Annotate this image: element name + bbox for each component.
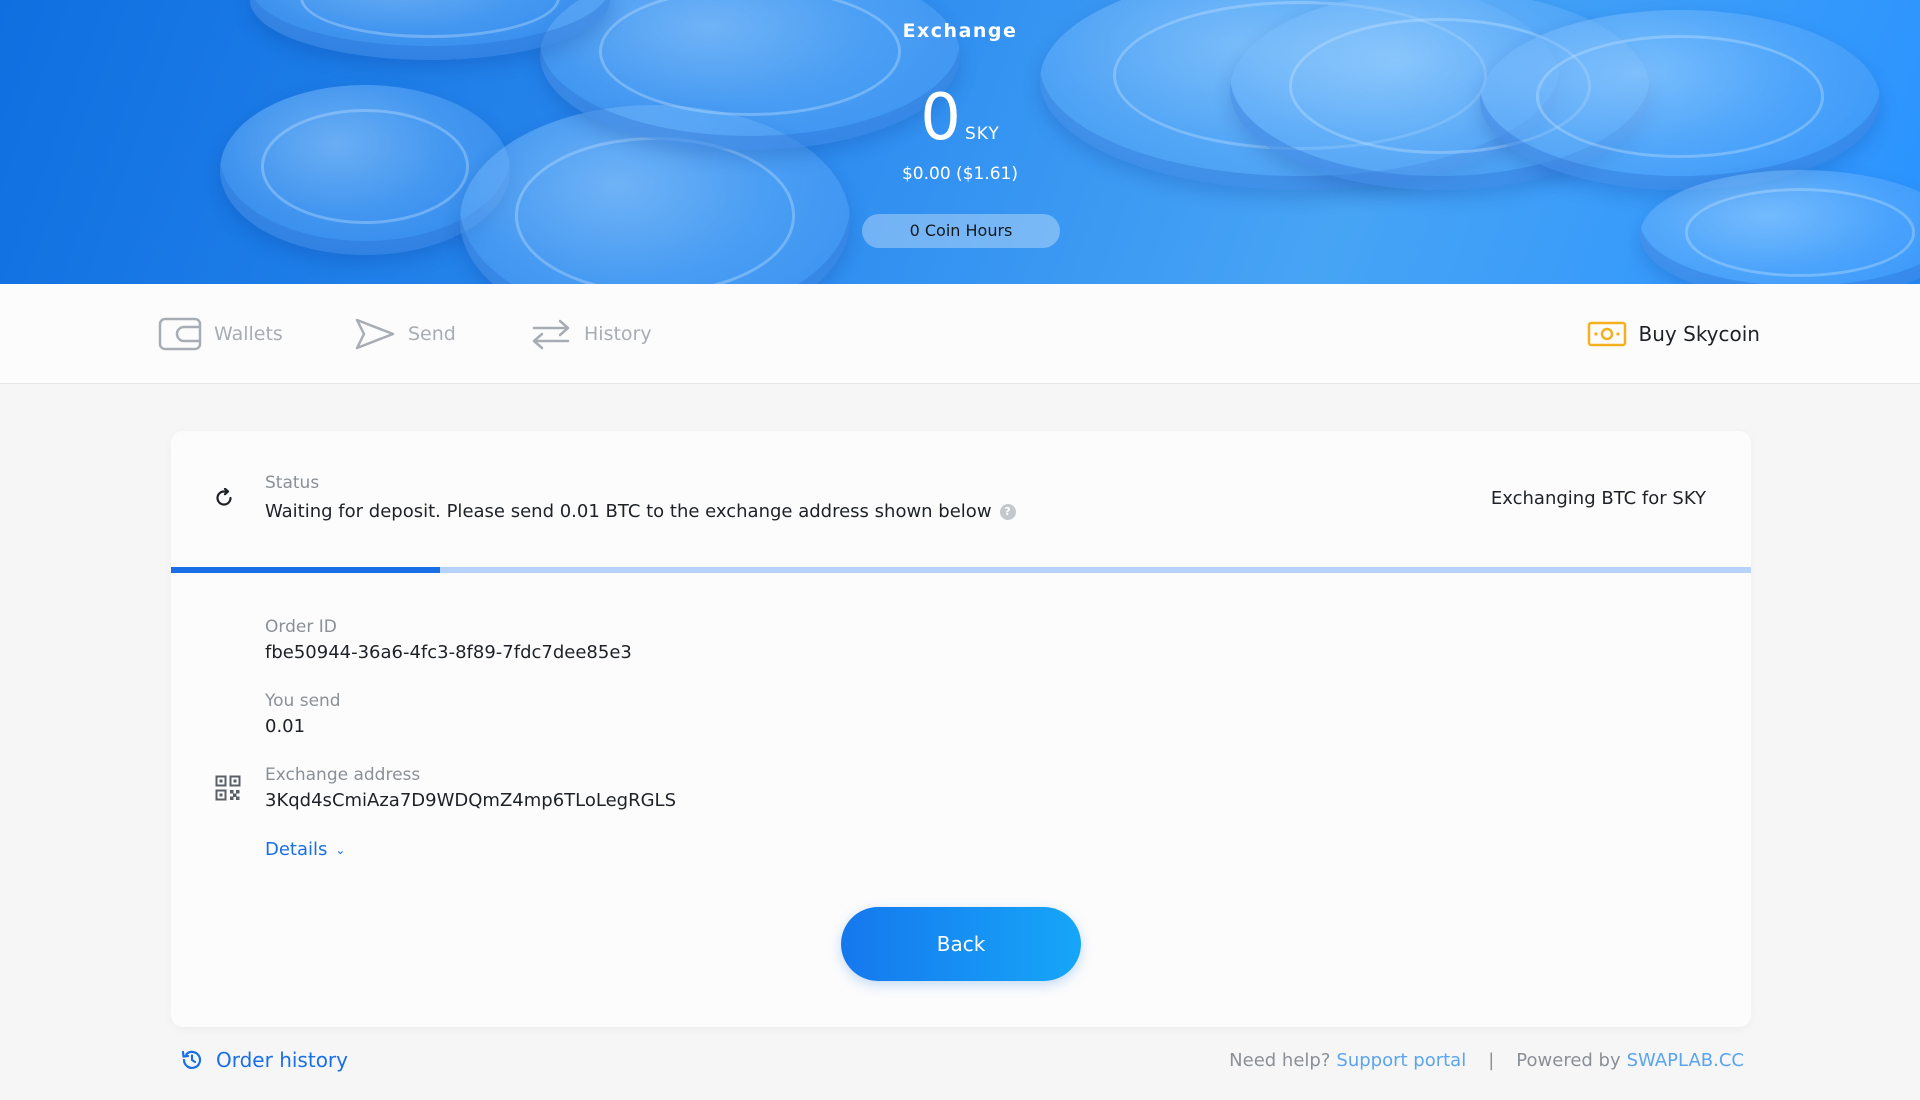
order-id-value: fbe50944-36a6-4fc3-8f89-7fdc7dee85e3 xyxy=(265,642,632,663)
footer-separator: | xyxy=(1488,1050,1495,1071)
details-toggle[interactable]: Details ⌄ xyxy=(265,839,345,860)
wallet-icon xyxy=(158,317,202,351)
banknote-icon xyxy=(1587,321,1626,347)
nav-item-label: Send xyxy=(408,323,456,345)
you-send-value: 0.01 xyxy=(265,716,306,737)
footer-links: Need help? Support portal | Powered by S… xyxy=(1229,1050,1744,1071)
status-message: Waiting for deposit. Please send 0.01 BT… xyxy=(265,501,1016,522)
details-label: Details xyxy=(265,839,328,860)
nav-item-wallets[interactable]: Wallets xyxy=(158,316,283,352)
history-arrows-icon xyxy=(532,319,570,350)
help-icon[interactable]: ? xyxy=(999,503,1016,520)
qr-code-icon[interactable] xyxy=(215,775,241,801)
progress-bar xyxy=(171,567,1751,573)
order-id-label: Order ID xyxy=(265,617,337,637)
support-portal-link[interactable]: Support portal xyxy=(1336,1050,1466,1071)
need-help-text: Need help? xyxy=(1229,1050,1331,1071)
nav-item-history[interactable]: History xyxy=(530,316,652,352)
buy-skycoin-button[interactable]: Buy Skycoin xyxy=(1587,316,1760,352)
page-title: Exchange xyxy=(902,20,1018,42)
nav-item-label: Wallets xyxy=(214,323,283,345)
coin-hours-badge: 0 Coin Hours xyxy=(862,214,1060,248)
exchange-address-label: Exchange address xyxy=(265,765,421,785)
swaplab-link[interactable]: SWAPLAB.CC xyxy=(1627,1050,1744,1071)
status-label: Status xyxy=(265,473,320,493)
you-send-label: You send xyxy=(265,691,341,711)
history-clock-icon xyxy=(181,1050,202,1069)
powered-by-text: Powered by xyxy=(1516,1050,1621,1071)
balance-display: 0 SKY xyxy=(0,80,1920,156)
exchange-status-card: Status Waiting for deposit. Please send … xyxy=(171,431,1751,1027)
back-button[interactable]: Back xyxy=(841,907,1081,981)
chevron-down-icon: ⌄ xyxy=(335,842,346,857)
exchange-pair: Exchanging BTC for SKY xyxy=(1490,488,1706,509)
buy-skycoin-label: Buy Skycoin xyxy=(1638,322,1760,346)
nav-item-label: History xyxy=(584,323,652,345)
usd-value: $0.00 ($1.61) xyxy=(901,164,1018,184)
status-text: Waiting for deposit. Please send 0.01 BT… xyxy=(265,501,992,522)
progress-bar-fill xyxy=(171,567,440,573)
exchange-address-value: 3Kqd4sCmiAza7D9WDQmZ4mp6TLoLegRGLS xyxy=(265,790,676,811)
order-history-link[interactable]: Order history xyxy=(180,1048,348,1072)
balance-unit: SKY xyxy=(965,124,1000,144)
refresh-icon xyxy=(216,488,232,506)
nav-item-send[interactable]: Send xyxy=(354,316,456,352)
balance-amount: 0 xyxy=(920,81,961,155)
top-nav: Wallets Send History Buy Skycoin xyxy=(0,284,1920,384)
send-icon xyxy=(355,318,395,350)
header-banner: Exchange 0 SKY $0.00 ($1.61) 0 Coin Hours xyxy=(0,0,1920,284)
order-history-label: Order history xyxy=(216,1048,348,1072)
